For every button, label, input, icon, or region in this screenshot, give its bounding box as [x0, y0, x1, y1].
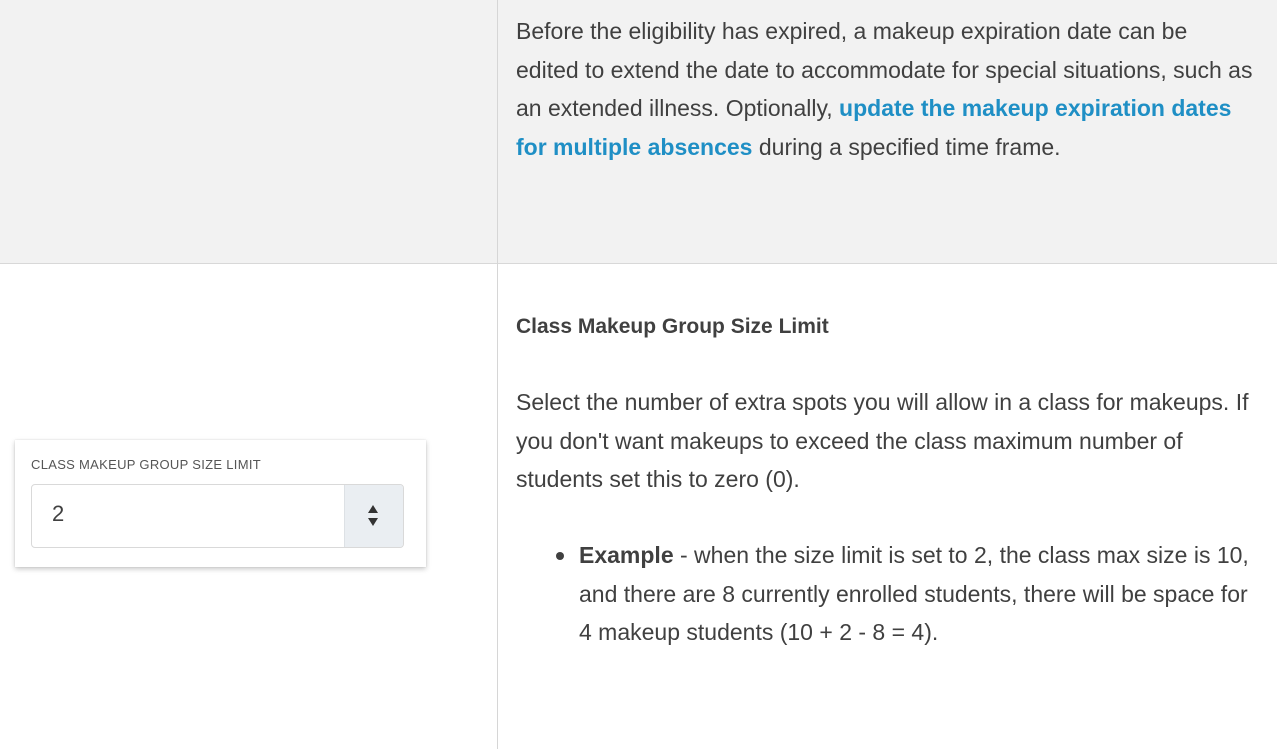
- example-text: - when the size limit is set to 2, the c…: [579, 542, 1249, 645]
- content-table: Before the eligibility has expired, a ma…: [0, 0, 1277, 749]
- group-size-limit-widget: CLASS MAKEUP GROUP SIZE LIMIT 2: [15, 440, 426, 567]
- section-heading: Class Makeup Group Size Limit: [516, 315, 829, 338]
- bullet-icon: [556, 552, 564, 560]
- group-size-limit-label: CLASS MAKEUP GROUP SIZE LIMIT: [31, 457, 261, 472]
- group-size-limit-value: 2: [52, 501, 65, 526]
- example-list: Example - when the size limit is set to …: [516, 536, 1256, 652]
- triangle-up-icon[interactable]: [368, 505, 378, 513]
- group-size-limit-input[interactable]: 2: [31, 484, 404, 548]
- expiration-paragraph: Before the eligibility has expired, a ma…: [516, 12, 1256, 166]
- table-cell-empty: [0, 0, 496, 263]
- column-divider: [497, 0, 498, 749]
- quantity-stepper[interactable]: [344, 485, 403, 547]
- table-row-expiration: Before the eligibility has expired, a ma…: [0, 0, 1277, 264]
- expiration-text-end: during a specified time frame.: [752, 133, 1061, 160]
- example-label: Example: [579, 542, 674, 568]
- list-item: Example - when the size limit is set to …: [516, 536, 1256, 652]
- triangle-down-icon[interactable]: [368, 518, 378, 526]
- group-size-paragraph: Select the number of extra spots you wil…: [516, 389, 1249, 492]
